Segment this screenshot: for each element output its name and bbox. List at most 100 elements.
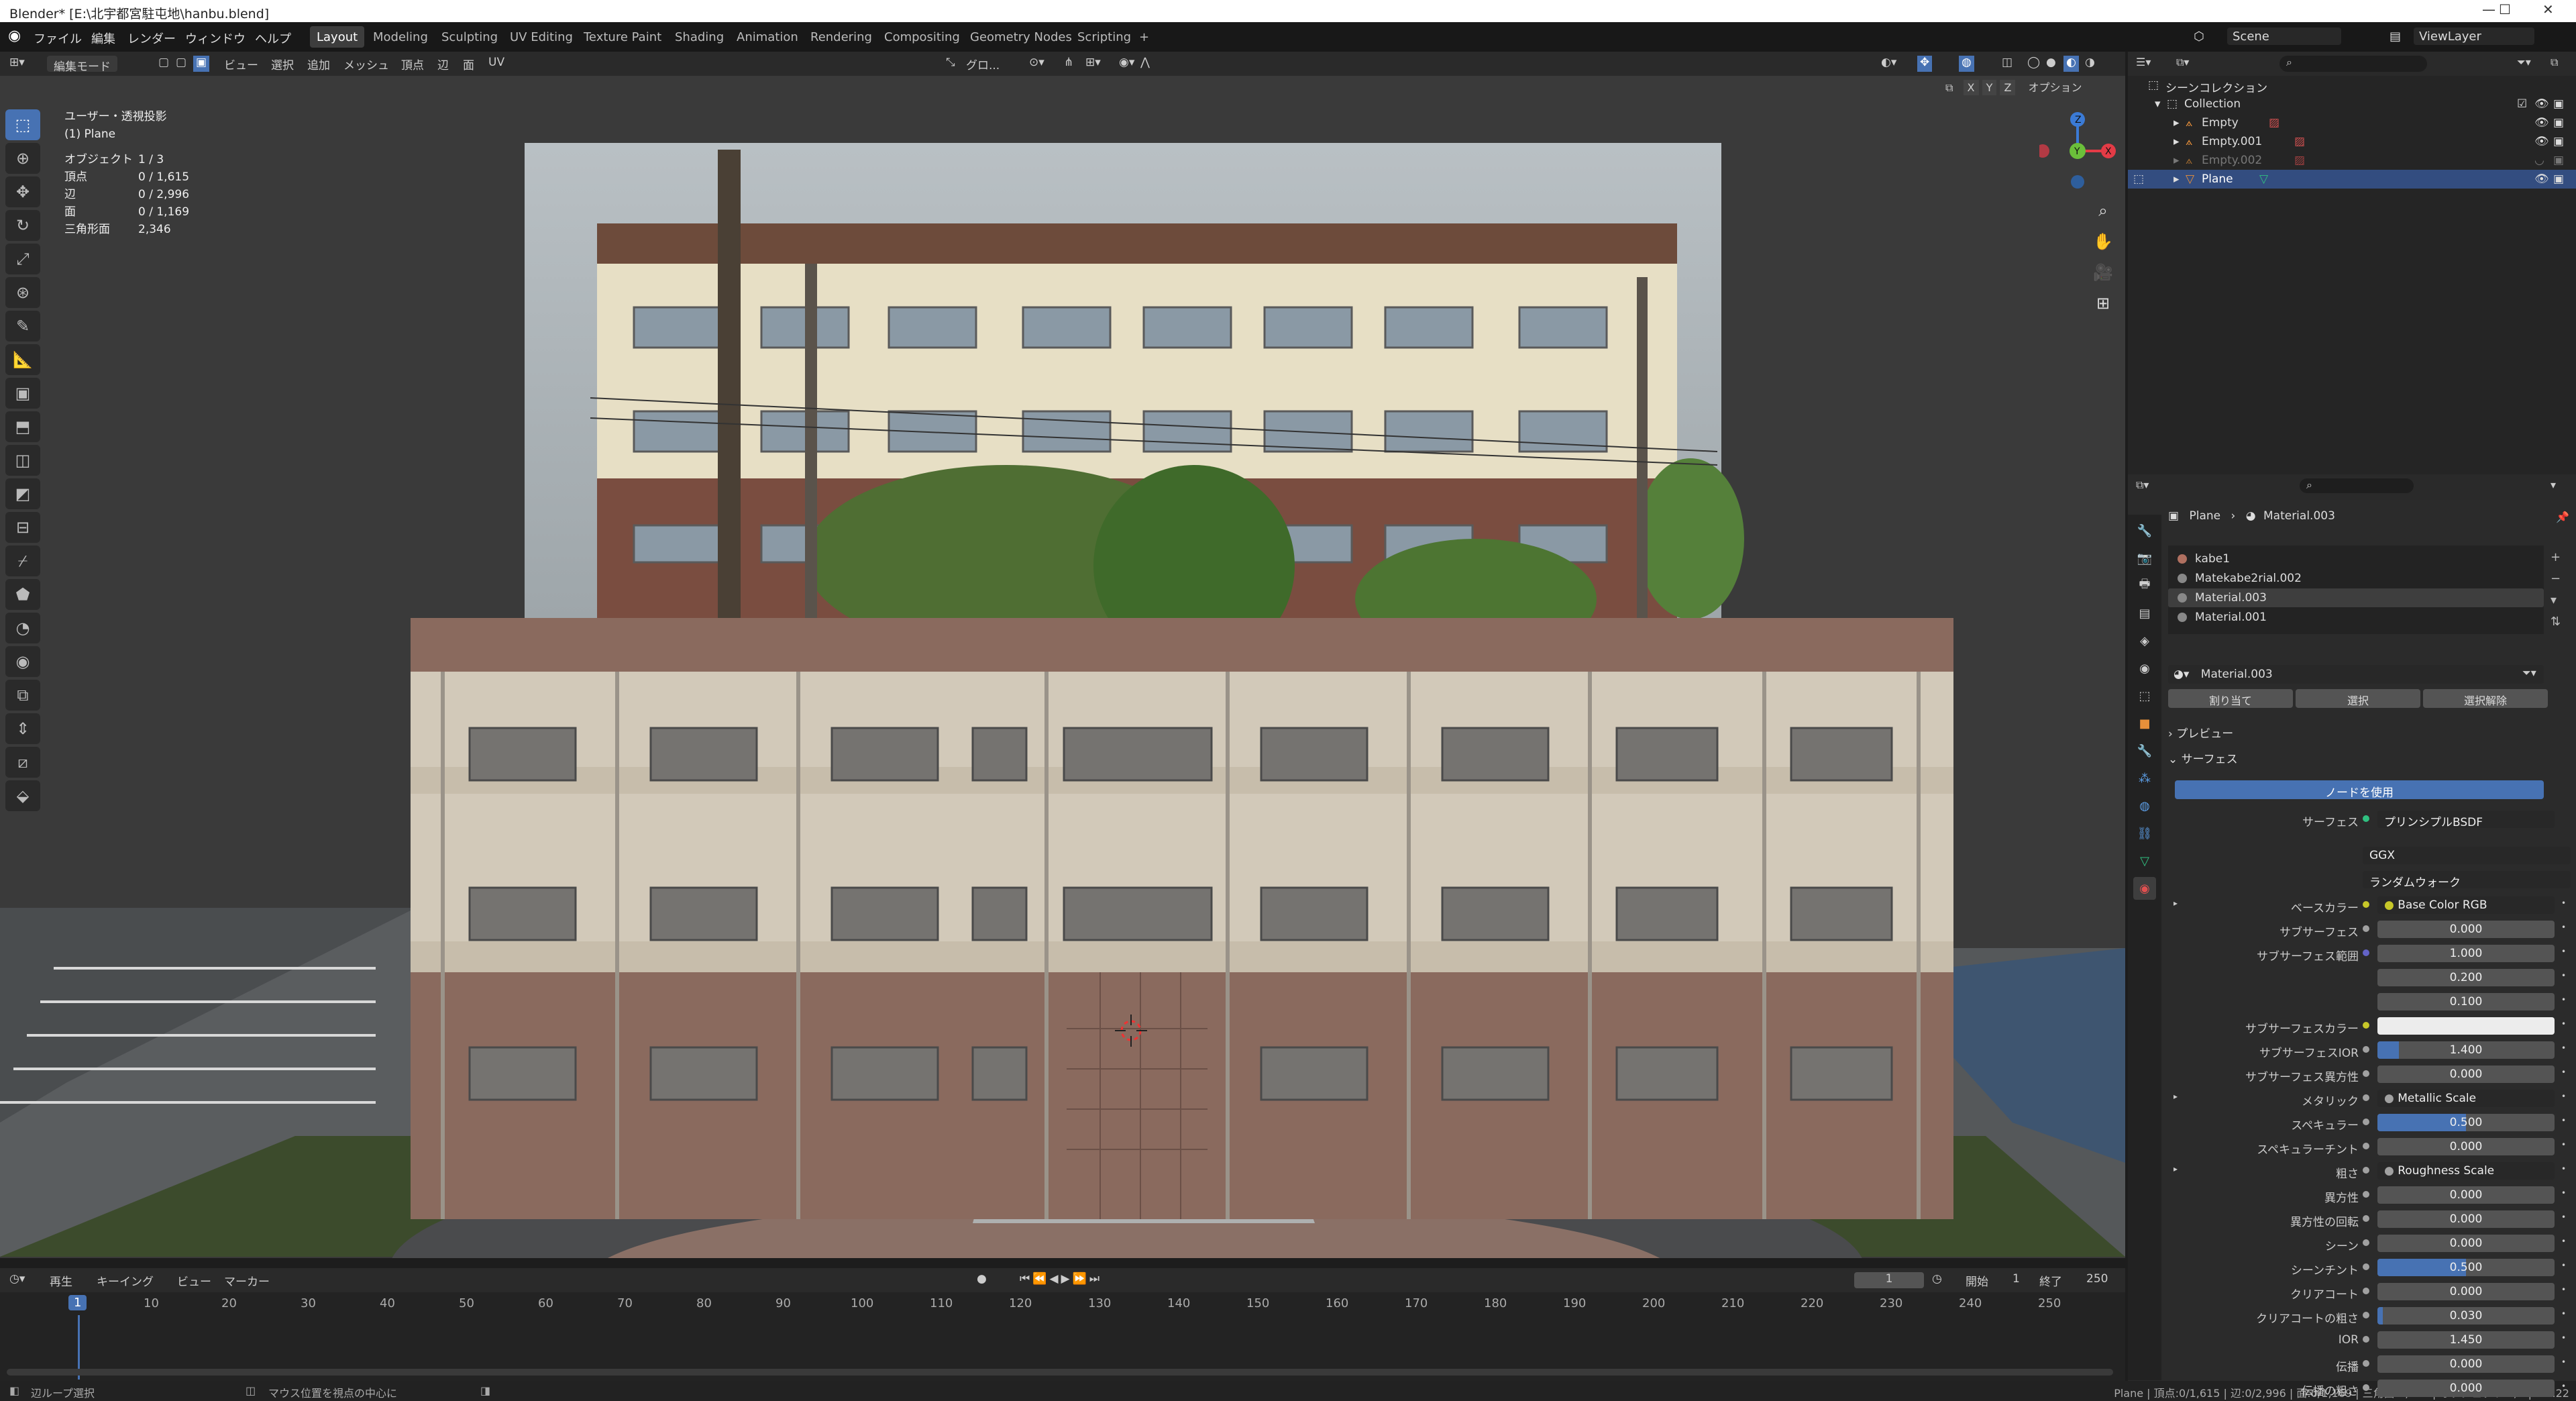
menu-edit[interactable]: 編集	[91, 30, 115, 47]
outliner-item-empty-001[interactable]: ▸ ⟑ Empty.001 ▨ 👁 ▣	[2128, 132, 2576, 151]
color-swatch[interactable]	[2377, 1017, 2555, 1035]
view-layer-tab-icon[interactable]: ▤	[2133, 602, 2156, 625]
minimize-button[interactable]: —	[2482, 1, 2496, 17]
object-tab-icon[interactable]: ■	[2133, 712, 2156, 735]
modifier-tab-icon[interactable]: 🔧	[2133, 739, 2156, 762]
scale-tool-icon[interactable]: ⤢	[5, 244, 40, 274]
slot-menu-icon[interactable]: ▾	[2551, 590, 2561, 611]
socket-icon[interactable]	[2363, 1167, 2369, 1174]
select-button[interactable]: 選択	[2296, 689, 2420, 708]
keyframe-dot-icon[interactable]: •	[2561, 1092, 2566, 1101]
numeric-input-field[interactable]: 0.000	[2377, 1235, 2555, 1252]
socket-icon[interactable]	[2363, 1239, 2369, 1246]
tab-shading[interactable]: Shading	[668, 26, 731, 48]
socket-icon[interactable]	[2363, 1215, 2369, 1222]
numeric-input-field[interactable]: 0.500	[2377, 1114, 2555, 1131]
keyframe-dot-icon[interactable]: •	[2561, 971, 2566, 980]
expand-icon[interactable]: ▸	[2174, 172, 2180, 186]
collection-row[interactable]: ▾ ⬚ Collection ☑ 👁 ▣	[2128, 95, 2576, 113]
shear-tool-icon[interactable]: ⧄	[5, 747, 40, 778]
surface-panel-header[interactable]: ⌄ サーフェス	[2168, 749, 2238, 766]
display-mode-icon[interactable]: ⧉▾	[2176, 56, 2189, 72]
expand-icon[interactable]: ▸	[2174, 154, 2180, 167]
keyframe-dot-icon[interactable]: •	[2561, 1188, 2566, 1198]
add-slot-icon[interactable]: +	[2551, 547, 2561, 568]
material-tab-icon[interactable]: ◉	[2133, 877, 2156, 900]
menu-keying[interactable]: キーイング	[97, 1272, 154, 1289]
tab-scripting[interactable]: Scripting	[1071, 26, 1138, 48]
menu-mesh[interactable]: メッシュ	[343, 56, 389, 72]
keyframe-dot-icon[interactable]: •	[2561, 1309, 2566, 1318]
pin-icon[interactable]: 📌	[2556, 511, 2569, 523]
move-tool-icon[interactable]: ✥	[5, 176, 40, 207]
expand-link-icon[interactable]: ▸	[2174, 1164, 2178, 1174]
inset-tool-icon[interactable]: ◫	[5, 445, 40, 476]
menu-add[interactable]: 追加	[307, 56, 330, 72]
tab-animation[interactable]: Animation	[730, 26, 805, 48]
numeric-input-field[interactable]: 1.450	[2377, 1331, 2555, 1349]
navigation-gizmo[interactable]: Z X Y	[2036, 109, 2120, 190]
frame-start-field[interactable]: 1	[2012, 1272, 2020, 1288]
keyframe-dot-icon[interactable]: •	[2561, 1043, 2566, 1053]
move-slot-icon[interactable]: ⇅	[2551, 611, 2561, 633]
menu-help[interactable]: ヘルプ	[255, 30, 291, 47]
rotate-tool-icon[interactable]: ↻	[5, 210, 40, 241]
material-browse-icon[interactable]: ◕▾	[2174, 668, 2189, 681]
frame-end-field[interactable]: 250	[2086, 1272, 2108, 1288]
zoom-icon[interactable]: ⌕	[2093, 195, 2113, 226]
filter-funnel-icon[interactable]: ⏷▾	[2522, 666, 2536, 680]
eye-icon[interactable]: 👁	[2534, 172, 2549, 186]
numeric-input-field[interactable]: 0.000	[2377, 1355, 2555, 1373]
outliner-item-plane[interactable]: ⬚ ▸ ▽ Plane ▽ 👁 ▣	[2128, 170, 2576, 189]
timeline-editor-icon[interactable]: ◷▾	[9, 1272, 25, 1288]
visibility-icon[interactable]: ◐▾	[1881, 56, 1896, 72]
overlay-toggle-icon[interactable]: ◍	[1959, 56, 1974, 72]
tab-modeling[interactable]: Modeling	[366, 26, 435, 48]
numeric-input-field[interactable]: 1.000	[2377, 945, 2555, 962]
poly-build-tool-icon[interactable]: ⬟	[5, 579, 40, 610]
axis-x-toggle[interactable]: X	[1963, 80, 1979, 95]
tab-compositing[interactable]: Compositing	[877, 26, 967, 48]
outliner-item-empty-002[interactable]: ▸ ⟑ Empty.002 ▨ ◡ ▣	[2128, 151, 2576, 170]
add-workspace-button[interactable]: +	[1132, 26, 1156, 48]
socket-icon[interactable]	[2363, 1022, 2369, 1029]
editor-type-icon[interactable]: ⊞▾	[9, 56, 25, 72]
properties-editor-icon[interactable]: ⧉▾	[2136, 478, 2149, 495]
numeric-input-field[interactable]: 0.000	[2377, 1210, 2555, 1228]
proportional-edit-icon[interactable]: ◉▾	[1119, 56, 1134, 72]
keyframe-dot-icon[interactable]: •	[2561, 1140, 2566, 1149]
menu-timeline-view[interactable]: ビュー	[177, 1272, 211, 1289]
axis-z-toggle[interactable]: Z	[2000, 80, 2016, 95]
numeric-input-field[interactable]: 0.000	[2377, 1186, 2555, 1204]
outliner-editor-icon[interactable]: ☰▾	[2136, 56, 2151, 72]
socket-icon[interactable]	[2363, 949, 2369, 956]
linked-input-field[interactable]: ● Roughness Scale	[2377, 1162, 2555, 1180]
keyframe-dot-icon[interactable]: •	[2561, 1164, 2566, 1174]
select-mode-vertex-icon[interactable]: ▢	[158, 56, 169, 72]
rip-tool-icon[interactable]: ⬙	[5, 780, 40, 811]
collection-tab-icon[interactable]: ⬚	[2133, 684, 2156, 707]
properties-options-icon[interactable]: ▾	[2551, 478, 2556, 495]
remove-slot-icon[interactable]: −	[2551, 568, 2561, 590]
mode-selector[interactable]: 編集モード	[47, 56, 117, 74]
socket-icon[interactable]	[2363, 1312, 2369, 1318]
numeric-input-field[interactable]: 0.000	[2377, 1380, 2555, 1397]
checkbox-icon[interactable]: ☑	[2517, 97, 2527, 111]
socket-icon[interactable]	[2363, 1360, 2369, 1367]
menu-playback[interactable]: 再生	[50, 1272, 72, 1289]
expand-icon[interactable]: ▸	[2174, 135, 2180, 148]
camera-icon[interactable]: ▣	[2553, 116, 2564, 129]
socket-icon[interactable]	[2363, 1119, 2369, 1125]
tab-geometry-nodes[interactable]: Geometry Nodes	[963, 26, 1079, 48]
falloff-icon[interactable]: ⋀	[1140, 56, 1150, 72]
shading-solid-icon[interactable]: ●	[2046, 56, 2056, 72]
expand-link-icon[interactable]: ▸	[2174, 898, 2178, 908]
keyframe-dot-icon[interactable]: •	[2561, 923, 2566, 932]
preview-panel-header[interactable]: › プレビュー	[2168, 724, 2233, 741]
numeric-input-field[interactable]: 1.400	[2377, 1041, 2555, 1059]
filter-icon[interactable]: ⏷▾	[2517, 56, 2531, 72]
snap-target-icon[interactable]: ⊞▾	[1085, 56, 1101, 72]
particles-tab-icon[interactable]: ⁂	[2133, 767, 2156, 790]
menu-file[interactable]: ファイル	[34, 30, 82, 47]
world-tab-icon[interactable]: ◉	[2133, 657, 2156, 680]
